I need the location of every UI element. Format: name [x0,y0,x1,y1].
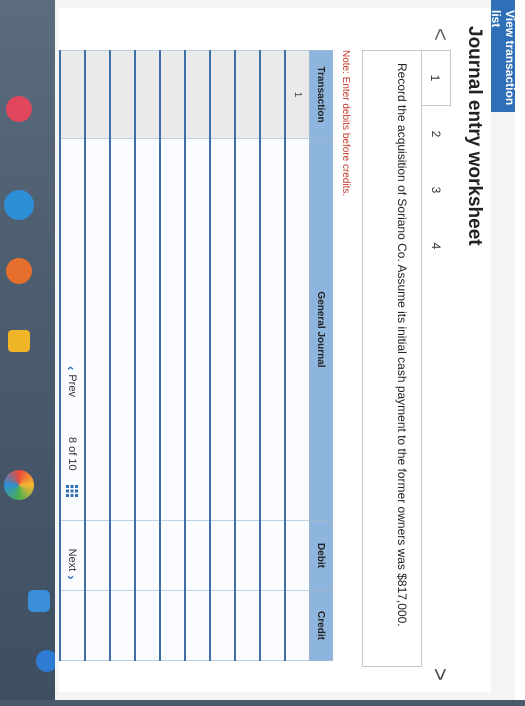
table-row [235,50,260,661]
step-tabs: 1 2 3 4 [411,50,451,274]
app-icon [4,470,34,500]
instruction-box: Record the acquisition of Soriano Co. As… [362,50,422,667]
credit-cell[interactable] [135,590,160,661]
transaction-cell [185,50,210,139]
prev-button[interactable]: ‹ Prev [65,366,80,397]
table-row [85,50,110,661]
app-icon [8,330,30,352]
column-header-credit: Credit [309,590,333,661]
credit-cell[interactable] [260,590,285,661]
journal-entry-card: Journal entry worksheet < 1 2 3 4 > Reco… [59,8,491,692]
table-row [110,50,135,661]
table-row [135,50,160,661]
page-title: Journal entry worksheet [464,26,485,246]
next-step-chevron-icon[interactable]: > [427,668,453,681]
tab-step-2[interactable]: 2 [421,106,451,162]
credit-cell[interactable] [235,590,260,661]
chevron-right-icon: › [64,575,80,580]
transaction-cell [85,50,110,139]
debit-cell[interactable] [210,520,235,591]
instruction-text: Record the acquisition of Soriano Co. As… [395,63,409,627]
worksheet-page: View transaction list Journal entry work… [55,0,525,700]
debit-cell[interactable] [260,520,285,591]
transaction-cell: 1 [285,50,310,139]
credit-cell[interactable] [160,590,185,661]
column-header-general-journal: General Journal [309,138,333,521]
page-counter-text: 8 of 10 [66,436,78,471]
note-text: Note: Enter debits before credits. [340,50,351,197]
transaction-cell [135,50,160,139]
app-icon [4,190,34,220]
general-journal-cell[interactable] [110,138,135,521]
debit-cell[interactable] [185,520,210,591]
transaction-cell [210,50,235,139]
transaction-cell [110,50,135,139]
next-label: Next [66,548,78,572]
chevron-left-icon: ‹ [64,366,80,371]
transaction-cell [60,50,85,139]
general-journal-cell[interactable] [160,138,185,521]
credit-cell[interactable] [185,590,210,661]
credit-cell[interactable] [110,590,135,661]
app-icon [6,96,32,122]
credit-cell[interactable] [210,590,235,661]
debit-cell[interactable] [285,520,310,591]
prev-label: Prev [66,374,78,397]
transaction-cell [235,50,260,139]
debit-cell[interactable] [160,520,185,591]
tab-step-4[interactable]: 4 [421,218,451,274]
pagination: ‹ Prev 8 of 10 Next › [61,366,83,706]
general-journal-cell[interactable] [185,138,210,521]
general-journal-cell[interactable] [260,138,285,521]
column-header-debit: Debit [309,520,333,591]
debit-cell[interactable] [135,520,160,591]
page-counter: 8 of 10 [66,437,78,497]
table-header-row: Transaction General Journal Debit Credit [309,50,333,661]
journal-table: Transaction General Journal Debit Credit… [59,50,333,661]
grid-icon[interactable] [66,484,78,497]
app-icon [6,258,32,284]
table-row [260,50,285,661]
table-row [185,50,210,661]
general-journal-cell[interactable] [135,138,160,521]
debit-cell[interactable] [235,520,260,591]
transaction-cell [160,50,185,139]
credit-cell[interactable] [85,590,110,661]
column-header-transaction: Transaction [309,50,333,139]
general-journal-cell[interactable] [285,138,310,521]
general-journal-cell[interactable] [210,138,235,521]
general-journal-cell[interactable] [85,138,110,521]
debit-cell[interactable] [85,520,110,591]
table-body: 1 [60,50,310,661]
table-row [210,50,235,661]
next-button[interactable]: Next › [65,549,80,580]
app-icon [28,590,50,612]
tab-step-3[interactable]: 3 [421,162,451,218]
general-journal-cell[interactable] [235,138,260,521]
prev-step-chevron-icon[interactable]: < [427,28,453,41]
desktop-background [0,0,60,700]
debit-cell[interactable] [110,520,135,591]
transaction-cell [260,50,285,139]
credit-cell[interactable] [285,590,310,661]
view-transaction-list-button[interactable]: View transaction list [489,0,517,112]
table-row: 1 [285,50,310,661]
table-row [160,50,185,661]
